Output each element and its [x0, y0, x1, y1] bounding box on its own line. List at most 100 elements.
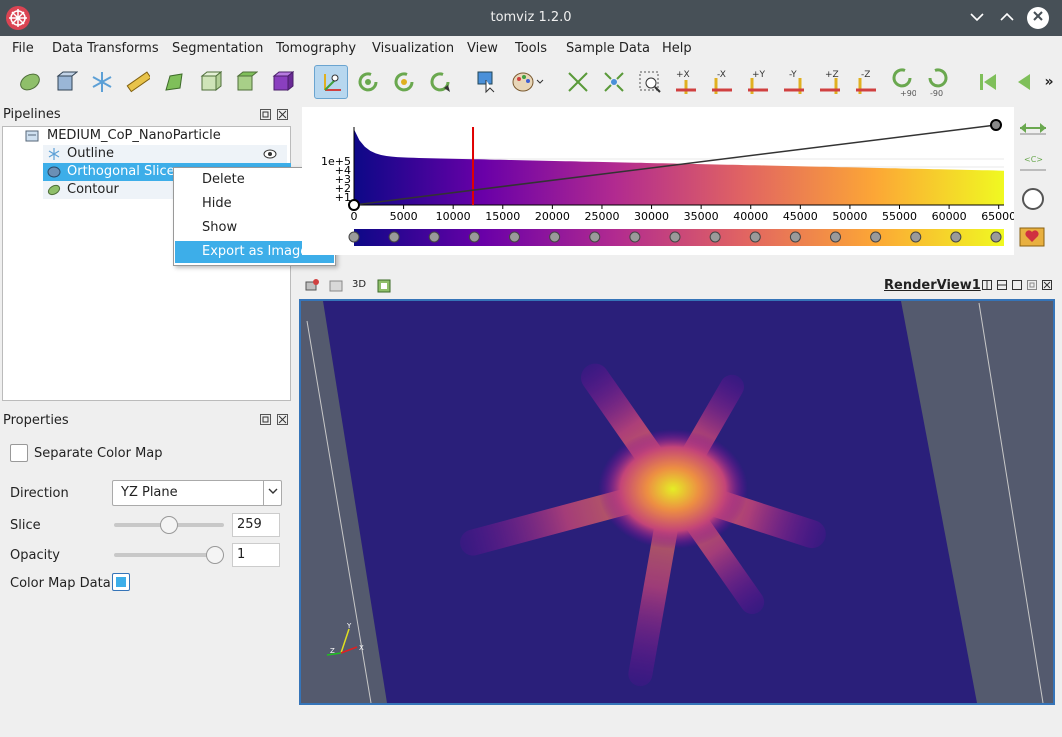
zoom-to-data-button[interactable] — [598, 66, 630, 98]
rotate-button[interactable] — [424, 66, 456, 98]
toolbar-overflow-button[interactable]: » — [1040, 66, 1058, 98]
maximize-button[interactable] — [996, 7, 1018, 29]
capture-icon[interactable] — [328, 278, 344, 294]
camera-link-icon[interactable] — [304, 278, 320, 294]
color-palette-button[interactable] — [508, 66, 548, 98]
close-view-icon[interactable] — [1042, 280, 1052, 290]
rotate-plus-90-button[interactable]: +90 — [886, 66, 918, 98]
tree-item-root[interactable]: MEDIUM_CoP_NanoParticle — [25, 127, 285, 145]
slice-input[interactable]: 259 — [232, 513, 280, 537]
volume-icon — [272, 70, 294, 92]
svg-text:-90: -90 — [930, 89, 943, 97]
colormap-control-point — [549, 231, 561, 243]
slice-slider-handle[interactable] — [160, 516, 178, 534]
minus-x-button[interactable]: -X — [706, 66, 738, 98]
first-frame-button[interactable] — [972, 66, 1004, 98]
properties-float-button[interactable] — [260, 414, 271, 425]
reset-rotate-icon — [358, 72, 378, 92]
close-icon — [278, 415, 287, 424]
minimize-button[interactable] — [966, 7, 988, 29]
restore-view-icon[interactable] — [1027, 280, 1037, 290]
menu-tools[interactable]: Tools — [515, 41, 547, 56]
ruler-button[interactable] — [122, 66, 154, 98]
colormap-control-point — [910, 231, 922, 243]
opacity-control-point — [348, 199, 360, 211]
maximize-view-icon[interactable] — [1012, 280, 1022, 290]
minus-y-button[interactable]: -Y — [778, 66, 810, 98]
eye-icon[interactable] — [263, 149, 277, 159]
direction-select[interactable]: YZ Plane — [112, 480, 282, 506]
rotate-center-icon — [394, 72, 414, 92]
data-source-button[interactable] — [14, 66, 46, 98]
opacity-slider[interactable] — [114, 546, 224, 564]
save-preset-icon[interactable] — [1018, 222, 1048, 248]
minus-z-button[interactable]: -Z — [850, 66, 882, 98]
menu-help[interactable]: Help — [662, 41, 692, 56]
cube-button[interactable] — [50, 66, 82, 98]
menu-view[interactable]: View — [467, 41, 498, 56]
reset-view-button[interactable] — [562, 66, 594, 98]
toggle-3d-button[interactable]: 3D — [352, 279, 366, 290]
menu-tomography[interactable]: Tomography — [276, 41, 356, 56]
menu-segmentation[interactable]: Segmentation — [172, 41, 263, 56]
volume-button[interactable] — [266, 66, 298, 98]
clip-button[interactable] — [230, 66, 262, 98]
plus-y-button[interactable]: +Y — [742, 66, 774, 98]
rotate-center-button[interactable] — [388, 66, 420, 98]
menu-sample-data[interactable]: Sample Data — [566, 41, 650, 56]
opacity-slider-handle[interactable] — [206, 546, 224, 564]
x-tick-label: 25000 — [584, 210, 619, 223]
log-scale-icon[interactable] — [1020, 186, 1046, 212]
svg-text:<C>: <C> — [1024, 155, 1043, 164]
histogram-colormap-editor[interactable]: 1e+5 +4 +3 +2 +1 0 5000 10000 15000 20000 25000 300… — [302, 107, 1016, 255]
tree-item-contour[interactable]: Contour — [43, 181, 173, 199]
custom-range-icon[interactable]: <C> — [1018, 152, 1048, 176]
select-icon — [477, 71, 495, 94]
histogram-chart[interactable]: 1e+5+4+3+2+10 5000 10000 15000 20000 25000 300… — [302, 107, 1016, 255]
fit-range-icon[interactable] — [1018, 118, 1048, 138]
tree-item-outline[interactable]: Outline — [43, 145, 287, 163]
plus-x-button[interactable]: +X — [670, 66, 702, 98]
reset-rotate-button[interactable] — [352, 66, 384, 98]
threshold-button[interactable] — [158, 66, 190, 98]
close-icon — [278, 110, 287, 119]
slice-slider[interactable] — [114, 516, 224, 534]
menu-data-transforms[interactable]: Data Transforms — [52, 41, 159, 56]
contour-icon — [47, 184, 61, 196]
render-view-canvas[interactable]: Y Z X — [299, 299, 1055, 705]
first-frame-icon — [980, 74, 996, 90]
zoom-box-button[interactable] — [634, 66, 666, 98]
close-button[interactable] — [1027, 7, 1049, 29]
color-map-data-checkbox[interactable] — [112, 573, 130, 591]
menu-visualization[interactable]: Visualization — [372, 41, 454, 56]
tree-item-label: Outline — [67, 146, 115, 161]
screenshot-icon[interactable] — [376, 278, 392, 294]
slice-icon — [47, 166, 61, 178]
snowflake-button[interactable] — [86, 66, 118, 98]
split-vertical-icon[interactable] — [997, 280, 1007, 290]
separate-color-map-checkbox[interactable] — [10, 444, 28, 462]
opacity-input[interactable]: 1 — [232, 543, 280, 567]
axis-label-y: Y — [346, 622, 352, 630]
opacity-control-point — [990, 119, 1002, 131]
histogram-side-toolbar: <C> — [1018, 112, 1054, 252]
split-horizontal-icon[interactable] — [982, 280, 992, 290]
pipelines-float-button[interactable] — [260, 109, 271, 120]
rotate-minus-90-button[interactable]: -90 — [922, 66, 954, 98]
plus-z-button[interactable]: +Z — [814, 66, 846, 98]
select-button[interactable] — [472, 66, 504, 98]
x-tick-label: 45000 — [783, 210, 818, 223]
previous-frame-button[interactable] — [1008, 66, 1040, 98]
box-button[interactable] — [194, 66, 226, 98]
pipelines-close-button[interactable] — [277, 109, 288, 120]
axis-label-z: Z — [330, 647, 335, 655]
window-title: tomviz 1.2.0 — [490, 10, 572, 25]
colormap-control-point — [669, 231, 681, 243]
cube-icon — [56, 71, 78, 91]
pick-axes-button[interactable] — [314, 65, 348, 99]
tree-item-label: Orthogonal Slice — [67, 164, 175, 179]
properties-close-button[interactable] — [277, 414, 288, 425]
menu-file[interactable]: File — [12, 41, 34, 56]
slice-label: Slice — [10, 518, 41, 533]
axis-label-x: X — [359, 644, 364, 652]
